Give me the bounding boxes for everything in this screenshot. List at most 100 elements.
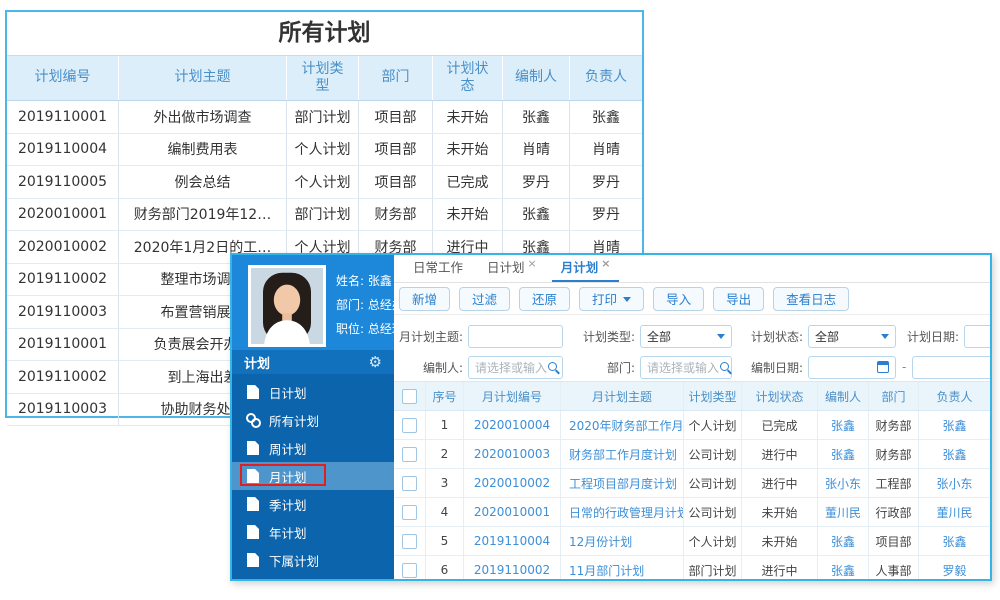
cell-department: 人事部 — [869, 556, 919, 579]
cell-plan-status: 未开始 — [433, 198, 503, 230]
calendar-icon[interactable] — [877, 361, 889, 373]
plan-subject-link[interactable]: 2020年财务部工作月… — [561, 411, 684, 439]
plan-id-link[interactable]: 2020010004 — [464, 411, 561, 439]
column-header-id: 月计划编号 — [464, 382, 561, 410]
doc-icon — [247, 497, 259, 511]
creator-filter-input[interactable]: 请选择或输入 — [468, 355, 563, 379]
row-checkbox[interactable] — [402, 475, 417, 491]
cell-plan-subject: 例会总结 — [119, 166, 287, 198]
close-icon[interactable]: × — [528, 257, 537, 270]
dept-placeholder: 请选择或输入 — [647, 360, 720, 375]
gear-icon[interactable]: ⚙ — [369, 353, 382, 371]
toolbar-button[interactable]: 导入 — [653, 286, 705, 311]
cell-plan-id: 2019110002 — [7, 263, 119, 295]
select-all-checkbox[interactable] — [402, 388, 417, 404]
sidebar-menu-item[interactable]: 季计划 — [232, 490, 394, 518]
owner-link[interactable]: 罗毅 — [919, 556, 990, 579]
doc-icon — [247, 441, 259, 455]
subject-filter-input[interactable] — [468, 324, 563, 348]
cell-plan-status: 未开始 — [742, 498, 818, 526]
sidebar-menu-item[interactable]: 日计划 — [232, 378, 394, 406]
plan-subject-link[interactable]: 工程项目部月度计划 — [561, 469, 684, 497]
creator-link[interactable]: 张鑫 — [818, 440, 869, 468]
creator-link[interactable]: 张鑫 — [818, 411, 869, 439]
plan-subject-link[interactable]: 日常的行政管理月计划 — [561, 498, 684, 526]
cell-department: 行政部 — [869, 498, 919, 526]
plan-table-body: 1 2020010004 2020年财务部工作月… 个人计划 已完成 张鑫 财务… — [394, 411, 990, 579]
toolbar: 新增 过滤 还原 打印 导入 导出 查看日志 — [394, 283, 990, 315]
search-icon[interactable] — [719, 361, 732, 374]
tab[interactable]: 月计划 × — [551, 255, 620, 282]
cell-row-number: 5 — [426, 527, 464, 555]
toolbar-button[interactable]: 查看日志 — [773, 286, 850, 311]
cell-plan-type: 个人计划 — [287, 133, 359, 165]
sidebar: 姓名: 张鑫 部门: 总经办 职位: 总经理 计划 ⚙ 日计划 所有计划 周计划 — [232, 255, 394, 579]
toolbar-button[interactable]: 还原 — [519, 286, 571, 311]
creator-link[interactable]: 张鑫 — [818, 527, 869, 555]
plan-id-link[interactable]: 2020010001 — [464, 498, 561, 526]
row-checkbox[interactable] — [402, 417, 417, 433]
menu-item-label: 日计划 — [269, 385, 307, 401]
row-checkbox[interactable] — [402, 446, 417, 462]
dept-filter-input[interactable]: 请选择或输入 — [640, 355, 732, 379]
create-date-end-input[interactable] — [912, 355, 990, 379]
bg-column-header: 计划状态 — [433, 56, 503, 100]
sidebar-menu-item[interactable]: 所有计划 — [232, 406, 394, 434]
plan-id-link[interactable]: 2020010003 — [464, 440, 561, 468]
table-row: 5 2019110004 12月份计划 个人计划 未开始 张鑫 项目部 张鑫 — [394, 527, 990, 556]
menu-item-label: 季计划 — [269, 497, 307, 513]
sidebar-menu-item[interactable]: 下属计划 — [232, 546, 394, 574]
creator-link[interactable]: 董川民 — [818, 498, 869, 526]
plan-id-link[interactable]: 2020010002 — [464, 469, 561, 497]
cell-plan-id: 2019110003 — [7, 296, 119, 328]
creator-filter-label: 编制人: — [422, 360, 463, 375]
table-row: 4 2020010001 日常的行政管理月计划 公司计划 未开始 董川民 行政部… — [394, 498, 990, 527]
cell-plan-id: 2019110005 — [7, 166, 119, 198]
plan-table: 序号 月计划编号 月计划主题 计划类型 计划状态 编制人 部门 负责人 1 20… — [394, 381, 990, 579]
cell-plan-id: 2020010001 — [7, 198, 119, 230]
cell-plan-status: 未开始 — [742, 527, 818, 555]
toolbar-button[interactable]: 过滤 — [459, 286, 511, 311]
create-date-start-input[interactable] — [808, 355, 896, 379]
cell-department: 财务部 — [869, 440, 919, 468]
doc-icon — [247, 469, 259, 483]
plan-subject-link[interactable]: 财务部工作月度计划 — [561, 440, 684, 468]
owner-link[interactable]: 董川民 — [919, 498, 990, 526]
plan-subject-link[interactable]: 12月份计划 — [561, 527, 684, 555]
toolbar-button[interactable]: 导出 — [713, 286, 765, 311]
search-icon[interactable] — [547, 361, 560, 374]
table-row: 3 2020010002 工程项目部月度计划 公司计划 进行中 张小东 工程部 … — [394, 469, 990, 498]
cell-owner: 肖晴 — [592, 142, 620, 159]
cell-plan-type: 个人计划 — [287, 166, 359, 198]
tab-bar: 日常工作× 日计划× 月计划× — [394, 255, 990, 283]
plan-subject-link[interactable]: 11月部门计划 — [561, 556, 684, 579]
owner-link[interactable]: 张鑫 — [919, 411, 990, 439]
plan-id-link[interactable]: 2019110004 — [464, 527, 561, 555]
toolbar-button-label: 查看日志 — [786, 292, 837, 307]
owner-link[interactable]: 张鑫 — [919, 527, 990, 555]
creator-link[interactable]: 张小东 — [818, 469, 869, 497]
plan-date-input[interactable] — [964, 324, 990, 348]
owner-link[interactable]: 张小东 — [919, 469, 990, 497]
type-filter-select[interactable]: 全部 — [640, 324, 732, 348]
close-icon[interactable]: × — [601, 257, 610, 270]
status-filter-select[interactable]: 全部 — [808, 324, 896, 348]
sidebar-menu-item[interactable]: 年计划 — [232, 518, 394, 546]
plan-id-link[interactable]: 2019110002 — [464, 556, 561, 579]
plan-table-header: 序号 月计划编号 月计划主题 计划类型 计划状态 编制人 部门 负责人 — [394, 382, 990, 411]
row-checkbox[interactable] — [402, 533, 417, 549]
profile-photo — [248, 265, 326, 347]
toolbar-button[interactable]: 打印 — [579, 286, 645, 311]
toolbar-button[interactable]: 新增 — [399, 286, 451, 311]
tab[interactable]: 日计划 × — [478, 255, 546, 282]
bg-column-header: 负责人 — [585, 69, 627, 86]
sidebar-menu-item[interactable]: 周计划 — [232, 434, 394, 462]
row-checkbox[interactable] — [402, 562, 417, 578]
sidebar-menu-item[interactable]: 月计划 — [232, 462, 394, 490]
owner-link[interactable]: 张鑫 — [919, 440, 990, 468]
creator-link[interactable]: 张鑫 — [818, 556, 869, 579]
tab[interactable]: 日常工作× — [404, 255, 472, 282]
row-checkbox[interactable] — [402, 504, 417, 520]
cell-department: 项目部 — [359, 166, 433, 198]
sidebar-section-plan[interactable]: 计划 ⚙ — [232, 350, 394, 374]
